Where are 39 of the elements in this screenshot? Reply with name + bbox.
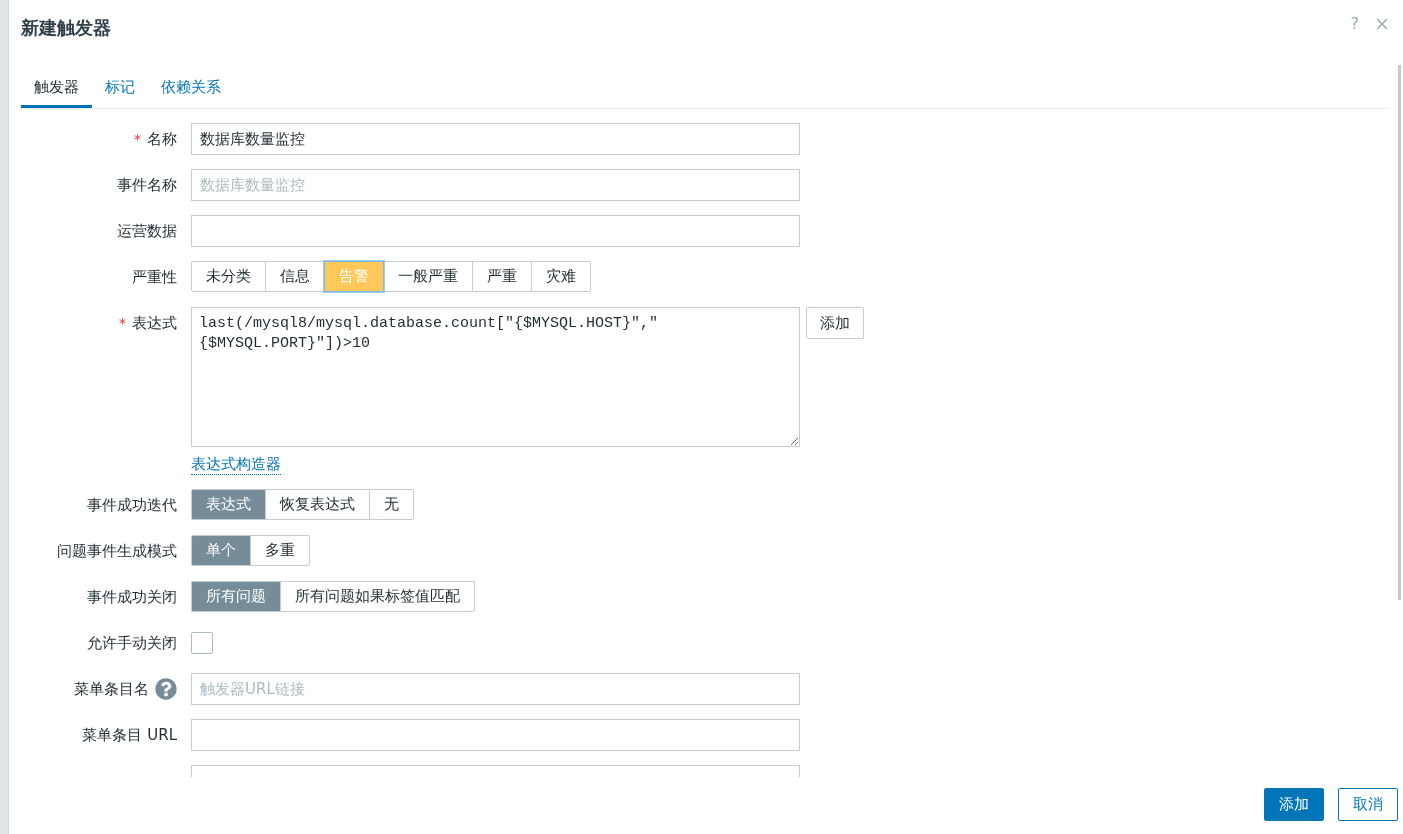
dialog-title: 新建触发器 (21, 16, 111, 40)
tab[interactable]: 标记 (92, 70, 148, 108)
segment-option[interactable]: 灾难 (531, 261, 591, 292)
field-label: 事件成功关闭 (87, 587, 177, 607)
tab[interactable]: 触发器 (21, 70, 92, 108)
segment-option[interactable]: 一般严重 (383, 261, 473, 292)
segment-option[interactable]: 所有问题如果标签值匹配 (280, 581, 475, 612)
segment-option[interactable]: 未分类 (191, 261, 266, 292)
field-label: 严重性 (132, 267, 177, 287)
field-label: 问题事件生成模式 (57, 541, 177, 561)
tab[interactable]: 依赖关系 (148, 70, 234, 108)
segment-option[interactable]: 严重 (472, 261, 532, 292)
segment-option[interactable]: 多重 (250, 535, 310, 566)
field-label: 事件成功迭代 (87, 495, 177, 515)
text-field[interactable] (191, 719, 800, 751)
text-field[interactable]: 触发器URL链接 (191, 673, 800, 705)
submit-button[interactable]: 添加 (1264, 788, 1324, 821)
field-label: 菜单条目 URL (82, 725, 177, 745)
required-mark: * (134, 131, 141, 147)
cancel-button[interactable]: 取消 (1338, 788, 1398, 821)
text-field[interactable]: 数据库数量监控 (191, 123, 800, 155)
help-icon[interactable] (155, 678, 177, 700)
text-field[interactable] (191, 215, 800, 247)
field-label: 表达式 (132, 313, 177, 333)
segment-option[interactable]: 恢复表达式 (265, 489, 370, 520)
segment-option[interactable]: 信息 (265, 261, 325, 292)
required-mark: * (119, 315, 126, 331)
expression-builder-link[interactable]: 表达式构造器 (191, 455, 281, 475)
add-button[interactable]: 添加 (806, 307, 864, 339)
checkbox[interactable] (191, 632, 213, 654)
text-field[interactable]: 数据库数量监控 (191, 169, 800, 201)
expression-field[interactable]: last(/mysql8/mysql.database.count["{$MYSQL.HOST}","{$MYSQL.PORT}"])>10 (191, 307, 800, 447)
field-label: 允许手动关闭 (87, 633, 177, 653)
field-label: 菜单条目名 (74, 679, 149, 699)
scrollbar[interactable] (1398, 65, 1401, 600)
field-label: 事件名称 (117, 175, 177, 195)
field-label: 名称 (147, 129, 177, 149)
segment-option[interactable]: 无 (369, 489, 414, 520)
field-label: 运营数据 (117, 221, 177, 241)
